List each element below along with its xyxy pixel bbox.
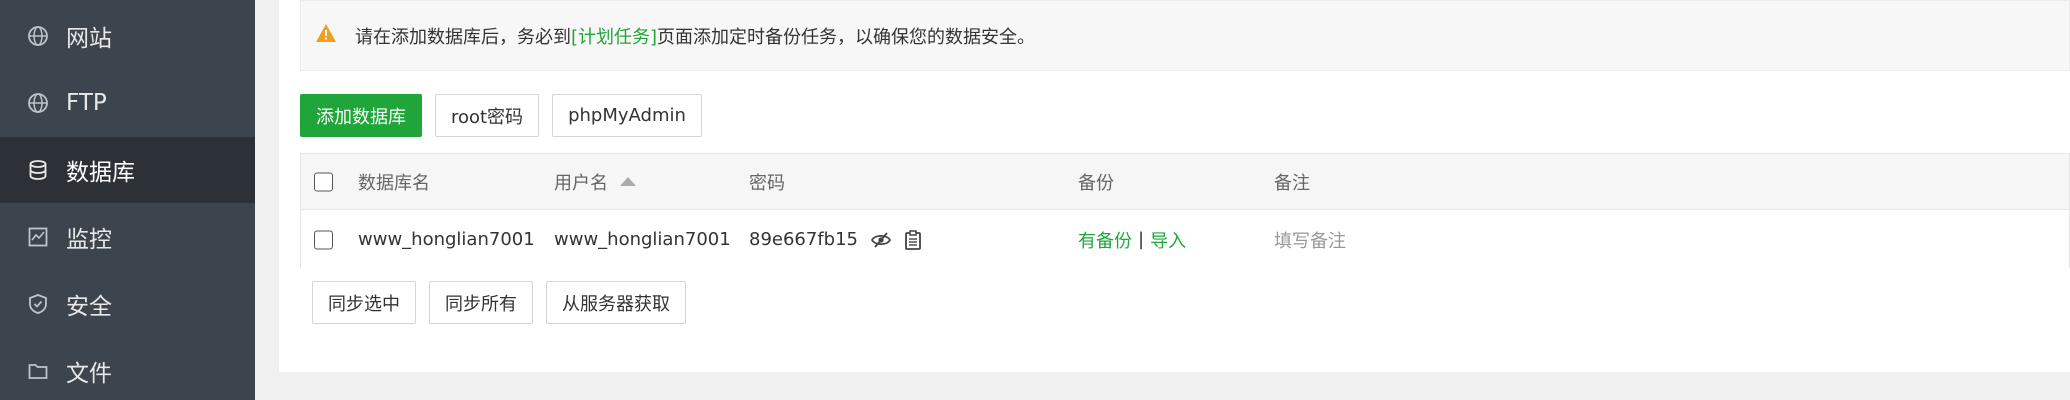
sidebar-item-label: 文件: [66, 361, 112, 387]
backup-separator: |: [1138, 229, 1145, 250]
db-password: 89e667fb15: [749, 229, 859, 250]
table-row: www_honglian7001 www_honglian7001 89e667…: [301, 211, 2069, 268]
monitor-icon: [27, 226, 49, 248]
copy-icon[interactable]: [902, 229, 924, 251]
alert-text-after: 页面添加定时备份任务，以确保您的数据安全。: [657, 26, 1036, 48]
sidebar: 网站 FTP 数据库 监控 安全 文件: [0, 0, 255, 400]
backup-cell: 有备份 | 导入: [1078, 211, 1186, 268]
header-username-label: 用户名: [554, 172, 608, 194]
database-table: 数据库名 用户名 密码 备份 备注 www_honglian7001 www_h…: [300, 153, 2070, 268]
add-database-button[interactable]: 添加数据库: [300, 94, 422, 137]
sidebar-item-label: 监控: [66, 227, 112, 253]
row-checkbox[interactable]: [314, 230, 333, 249]
backup-alert: 请在添加数据库后，务必到[计划任务]页面添加定时备份任务，以确保您的数据安全。: [300, 0, 2070, 71]
alert-text: 请在添加数据库后，务必到[计划任务]页面添加定时备份任务，以确保您的数据安全。: [355, 23, 1035, 49]
shield-icon: [27, 293, 49, 315]
sidebar-item-label: 网站: [66, 26, 112, 52]
db-username: www_honglian7001: [554, 229, 731, 250]
sidebar-item-files[interactable]: 文件: [0, 338, 255, 400]
has-backup-link[interactable]: 有备份: [1078, 227, 1132, 253]
sidebar-item-label: 安全: [66, 294, 112, 320]
header-backup: 备份: [1078, 172, 1114, 194]
sidebar-item-database[interactable]: 数据库: [0, 137, 255, 203]
ftp-globe-icon: [27, 92, 49, 114]
sidebar-item-monitor[interactable]: 监控: [0, 204, 255, 270]
select-all-checkbox[interactable]: [314, 172, 333, 191]
eye-slash-icon[interactable]: [870, 229, 892, 251]
db-name: www_honglian7001: [358, 229, 535, 250]
sync-all-button[interactable]: 同步所有: [429, 281, 533, 324]
table-header: 数据库名 用户名 密码 备份 备注: [301, 154, 2069, 210]
sidebar-item-website[interactable]: 网站: [0, 3, 255, 69]
password-cell: 89e667fb15: [749, 211, 924, 268]
header-username[interactable]: 用户名: [554, 154, 636, 209]
warning-icon: [315, 23, 337, 43]
cron-task-link[interactable]: [计划任务]: [571, 27, 657, 48]
database-icon: [27, 159, 49, 181]
phpmyadmin-button[interactable]: phpMyAdmin: [552, 94, 702, 137]
folder-icon: [27, 360, 49, 382]
sort-ascending-icon: [620, 177, 636, 186]
header-db-name[interactable]: 数据库名: [358, 154, 430, 209]
alert-text-before: 请在添加数据库后，务必到: [355, 26, 571, 48]
note-field[interactable]: 填写备注: [1274, 211, 1346, 268]
sidebar-item-security[interactable]: 安全: [0, 271, 255, 337]
root-password-button[interactable]: root密码: [435, 94, 539, 137]
header-password: 密码: [749, 172, 785, 194]
fetch-from-server-button[interactable]: 从服务器获取: [546, 281, 686, 324]
sidebar-item-label: FTP: [66, 90, 107, 116]
sidebar-item-label: 数据库: [66, 160, 135, 186]
globe-icon: [27, 25, 49, 47]
sync-selected-button[interactable]: 同步选中: [312, 281, 416, 324]
sidebar-item-ftp[interactable]: FTP: [0, 70, 255, 136]
import-link[interactable]: 导入: [1150, 227, 1186, 253]
header-note: 备注: [1274, 172, 1310, 194]
